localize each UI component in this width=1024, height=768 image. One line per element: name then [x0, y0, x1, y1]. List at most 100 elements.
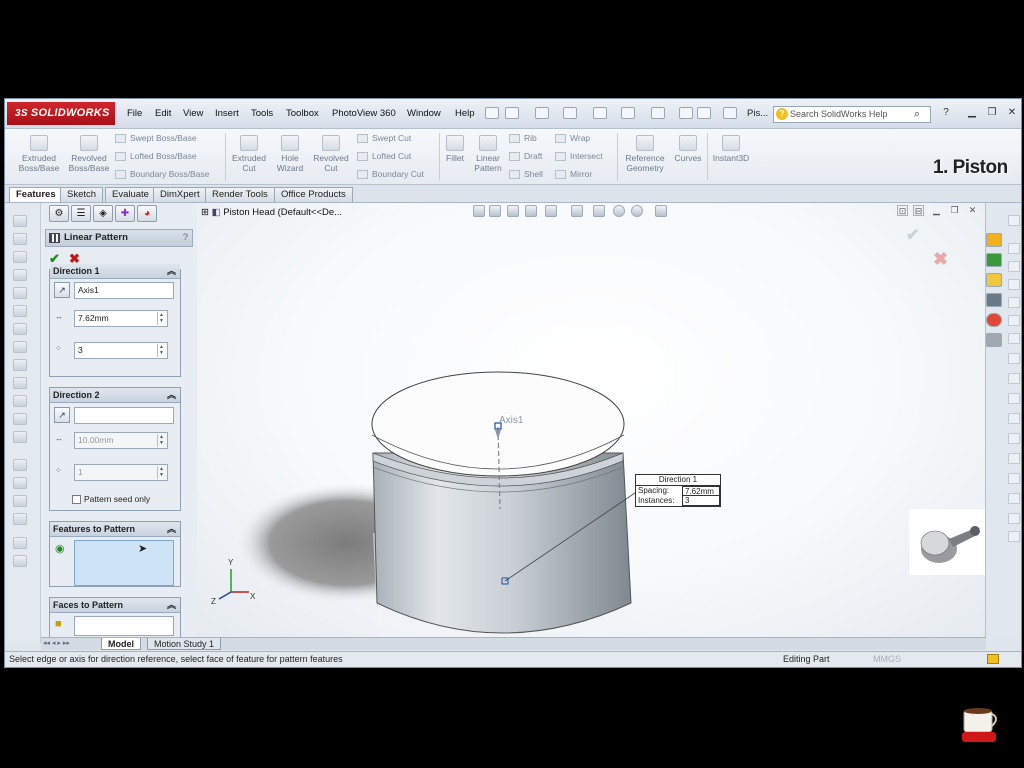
tab-evaluate[interactable]: Evaluate	[105, 187, 156, 202]
draft-button[interactable]: Draft	[509, 151, 542, 162]
sheetmetal-tool-icon[interactable]	[13, 537, 27, 549]
display-manager-tab-icon[interactable]: ◕	[137, 205, 157, 222]
tool-icon[interactable]	[1008, 353, 1020, 364]
reference-tool-icon[interactable]	[13, 459, 27, 471]
revolved-boss-button[interactable]: Revolved Boss/Base	[63, 135, 115, 173]
intersect-button[interactable]: Intersect	[555, 151, 603, 162]
minimize-button[interactable]: ▁	[965, 106, 979, 119]
tool-icon[interactable]	[1008, 373, 1020, 384]
sketch-tool-icon[interactable]	[13, 215, 27, 227]
boundary-cut-button[interactable]: Boundary Cut	[357, 169, 424, 180]
tool-icon[interactable]	[1008, 279, 1020, 290]
undo-icon[interactable]	[621, 107, 635, 119]
tool-icon[interactable]	[1008, 473, 1020, 484]
curve-tool-icon[interactable]	[13, 477, 27, 489]
tab-dimxpert[interactable]: DimXpert	[153, 187, 207, 202]
graphics-area[interactable]: ⊞ ◧ Piston Head (Default<<De... ⊡ ⊟ ▁ ❐ …	[197, 203, 985, 637]
open-icon[interactable]	[535, 107, 549, 119]
collapse-icon[interactable]: ︽	[167, 522, 176, 536]
chamfer-tool-icon[interactable]	[13, 287, 27, 299]
menu-help[interactable]: Help	[455, 108, 475, 119]
features-to-pattern-header[interactable]: Features to Pattern ︽	[50, 522, 180, 537]
pin-icon[interactable]	[485, 107, 499, 119]
property-manager-tab-icon[interactable]: ☰	[71, 205, 91, 222]
file-properties-icon[interactable]	[697, 107, 711, 119]
search-icon[interactable]: ⌕	[914, 107, 920, 122]
collapse-icon[interactable]: ︽	[167, 598, 176, 612]
home-icon[interactable]	[986, 233, 1002, 247]
tool-icon[interactable]	[1008, 261, 1020, 272]
view-palette-icon[interactable]	[986, 293, 1002, 307]
collapse-icon[interactable]: ︽	[167, 264, 176, 278]
restore-button[interactable]: ❐	[985, 106, 999, 119]
new-document-icon[interactable]	[505, 107, 519, 119]
tool-icon[interactable]	[1008, 513, 1020, 524]
checkbox-box[interactable]	[72, 495, 81, 505]
solidworks-logo[interactable]: 3S SOLIDWORKS	[7, 102, 115, 125]
save-icon[interactable]	[563, 107, 577, 119]
tab-features[interactable]: Features	[9, 187, 63, 202]
reverse-direction-icon[interactable]: ↗	[54, 407, 70, 423]
tab-model[interactable]: Model	[101, 638, 141, 650]
direction1-callout[interactable]: Direction 1 Spacing: 7.62mm Instances: 3	[635, 474, 721, 507]
lofted-cut-button[interactable]: Lofted Cut	[357, 151, 411, 162]
tab-sketch[interactable]: Sketch	[60, 187, 104, 202]
wrap-button[interactable]: Wrap	[555, 133, 590, 144]
tool-icon[interactable]	[1008, 297, 1020, 308]
tab-scroll-arrows-icon[interactable]: ◂◂ ◂ ▸ ▸▸	[43, 639, 70, 647]
callout-spacing-value[interactable]: 7.62mm	[682, 486, 720, 496]
hole-tool-icon[interactable]	[13, 359, 27, 371]
move-tool-icon[interactable]	[13, 513, 27, 525]
menu-photoview[interactable]: PhotoView 360	[332, 108, 396, 119]
faces-to-pattern-header[interactable]: Faces to Pattern ︽	[50, 598, 180, 613]
direction1-reference-field[interactable]: Axis1	[74, 282, 174, 299]
tool-icon[interactable]	[1008, 453, 1020, 464]
design-library-icon[interactable]	[986, 253, 1002, 267]
revolved-cut-button[interactable]: Revolved Cut	[309, 135, 353, 173]
mirror-tool-icon[interactable]	[13, 395, 27, 407]
instant3d-button[interactable]: Instant3D	[709, 135, 753, 163]
direction1-spacing-field[interactable]: 7.62mm ▲ ▼	[74, 310, 168, 327]
split-tool-icon[interactable]	[13, 495, 27, 507]
piston-top-face[interactable]	[371, 371, 625, 477]
spin-arrows-icon[interactable]: ▲ ▼	[157, 434, 165, 447]
direction2-header[interactable]: Direction 2 ︽	[50, 388, 180, 403]
tool-icon[interactable]	[1008, 315, 1020, 326]
tool-icon[interactable]	[1008, 413, 1020, 424]
callout-instances-value[interactable]: 3	[682, 496, 720, 506]
configuration-manager-tab-icon[interactable]: ◈	[93, 205, 113, 222]
menu-insert[interactable]: Insert	[215, 108, 239, 119]
shell-tool-icon[interactable]	[13, 323, 27, 335]
menu-toolbox[interactable]: Toolbox	[286, 108, 319, 119]
help-icon[interactable]: ?	[939, 106, 953, 119]
reference-geometry-button[interactable]: Reference Geometry	[621, 135, 669, 173]
features-to-pattern-list[interactable]	[74, 540, 174, 586]
tool-icon[interactable]	[1008, 433, 1020, 444]
boundary-boss-button[interactable]: Boundary Boss/Base	[115, 169, 209, 180]
collapse-icon[interactable]: ︽	[167, 388, 176, 402]
tab-motion-study[interactable]: Motion Study 1	[147, 638, 222, 650]
curves-button[interactable]: Curves	[671, 135, 705, 163]
extruded-cut-button[interactable]: Extruded Cut	[227, 135, 271, 173]
faces-to-pattern-list[interactable]	[74, 616, 174, 636]
menu-file[interactable]: File	[127, 108, 142, 119]
direction2-spacing-field[interactable]: 10.00mm ▲ ▼	[74, 432, 168, 449]
menu-window[interactable]: Window	[407, 108, 441, 119]
select-icon[interactable]	[651, 107, 665, 119]
weldment-tool-icon[interactable]	[13, 555, 27, 567]
options-icon[interactable]	[723, 107, 737, 119]
rib-tool-icon[interactable]	[13, 305, 27, 317]
extruded-boss-button[interactable]: Extruded Boss/Base	[13, 135, 65, 173]
tab-office-products[interactable]: Office Products	[274, 187, 353, 202]
menu-view[interactable]: View	[183, 108, 203, 119]
menu-tools[interactable]: Tools	[251, 108, 273, 119]
rebuild-status-icon[interactable]	[987, 654, 999, 664]
fillet-tool-icon[interactable]	[13, 269, 27, 281]
pattern-tool-icon[interactable]	[13, 377, 27, 389]
shell-button[interactable]: Shell	[509, 169, 543, 180]
tool-icon[interactable]	[1008, 333, 1020, 344]
close-button[interactable]: ✕	[1005, 106, 1019, 119]
tool-icon[interactable]	[1008, 531, 1020, 542]
appearances-icon[interactable]	[986, 313, 1002, 327]
pattern-seed-only-checkbox[interactable]: Pattern seed only	[72, 494, 150, 505]
